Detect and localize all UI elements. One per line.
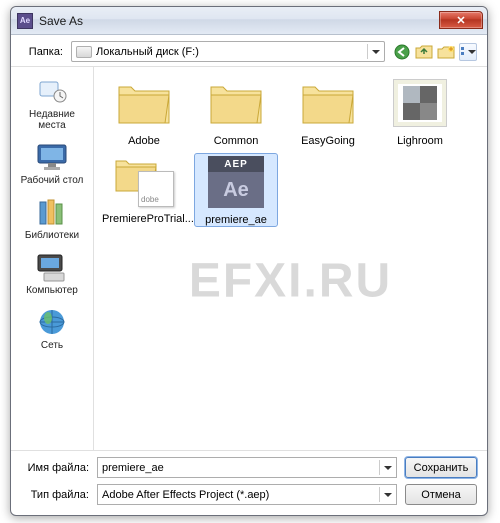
- app-icon: Ae: [17, 13, 33, 29]
- dialog-body: Недавние места Рабочий стол Библиотеки К…: [11, 66, 487, 450]
- file-list-area[interactable]: Adobe Common EasyGoing Lighroom: [93, 67, 487, 450]
- file-item-selected[interactable]: AEP Ae premiere_ae: [194, 153, 278, 227]
- sidebar-item-label: Библиотеки: [25, 230, 79, 241]
- folder-label: Папка:: [21, 46, 63, 58]
- lightroom-thumbnail-icon: [393, 79, 447, 127]
- close-button[interactable]: ✕: [439, 11, 483, 29]
- sidebar-item-label: Компьютер: [26, 285, 78, 296]
- sidebar-item-recent[interactable]: Недавние места: [14, 73, 90, 137]
- network-icon: [34, 308, 70, 338]
- computer-icon: [34, 253, 70, 283]
- aep-file-icon: AEP Ae: [208, 156, 264, 208]
- chevron-down-icon: [379, 487, 394, 502]
- sidebar-item-computer[interactable]: Компьютер: [14, 249, 90, 302]
- folder-item[interactable]: Adobe: [102, 75, 186, 147]
- views-button[interactable]: [459, 43, 477, 61]
- recent-places-icon: [34, 77, 70, 107]
- views-icon: [460, 46, 466, 58]
- item-label: Adobe: [128, 135, 160, 147]
- file-item[interactable]: PremiereProTrial...: [102, 153, 186, 227]
- filename-input[interactable]: premiere_ae: [97, 457, 397, 478]
- back-button[interactable]: [393, 43, 411, 61]
- dialog-footer: Имя файла: premiere_ae Сохранить Тип фай…: [11, 450, 487, 515]
- back-icon: [394, 44, 410, 60]
- folder-icon: [115, 79, 173, 127]
- sidebar-item-network[interactable]: Сеть: [14, 304, 90, 357]
- desktop-icon: [34, 143, 70, 173]
- filename-value: premiere_ae: [102, 462, 164, 474]
- save-button[interactable]: Сохранить: [405, 457, 477, 478]
- folder-item[interactable]: Common: [194, 75, 278, 147]
- libraries-icon: [34, 198, 70, 228]
- chevron-down-icon: [379, 460, 394, 475]
- new-folder-icon: [437, 44, 455, 60]
- filetype-label: Тип файла:: [21, 489, 89, 501]
- archive-thumbnail-icon: [114, 155, 174, 207]
- sidebar-item-label: Недавние места: [29, 109, 75, 131]
- item-label: Lighroom: [397, 135, 443, 147]
- item-label: PremiereProTrial...: [102, 213, 194, 225]
- sidebar-item-label: Рабочий стол: [21, 175, 84, 186]
- filetype-value: Adobe After Effects Project (*.aep): [102, 489, 269, 501]
- up-one-level-button[interactable]: [415, 43, 433, 61]
- folder-up-icon: [415, 44, 433, 60]
- titlebar[interactable]: Ae Save As ✕: [11, 7, 487, 35]
- filename-label: Имя файла:: [21, 462, 89, 474]
- close-icon: ✕: [456, 14, 465, 27]
- drive-icon: [76, 46, 92, 58]
- chevron-down-icon: [468, 50, 476, 54]
- new-folder-button[interactable]: [437, 43, 455, 61]
- cancel-button[interactable]: Отмена: [405, 484, 477, 505]
- places-sidebar: Недавние места Рабочий стол Библиотеки К…: [11, 67, 93, 450]
- sidebar-item-label: Сеть: [41, 340, 63, 351]
- save-as-dialog: Ae Save As ✕ Папка: Локальный диск (F:): [10, 6, 488, 516]
- folder-icon: [207, 79, 265, 127]
- chevron-down-icon: [367, 44, 382, 59]
- watermark-text: EFXI.RU: [189, 254, 392, 309]
- nav-icons: [393, 43, 477, 61]
- file-grid: Adobe Common EasyGoing Lighroom: [102, 75, 479, 227]
- window-title: Save As: [39, 14, 83, 28]
- item-label: premiere_ae: [205, 214, 267, 226]
- folder-item[interactable]: Lighroom: [378, 75, 462, 147]
- item-label: EasyGoing: [301, 135, 355, 147]
- sidebar-item-desktop[interactable]: Рабочий стол: [14, 139, 90, 192]
- folder-value: Локальный диск (F:): [96, 46, 199, 58]
- sidebar-item-libraries[interactable]: Библиотеки: [14, 194, 90, 247]
- folder-item[interactable]: EasyGoing: [286, 75, 370, 147]
- item-label: Common: [214, 135, 259, 147]
- folder-row: Папка: Локальный диск (F:): [11, 35, 487, 66]
- folder-icon: [299, 79, 357, 127]
- filetype-dropdown[interactable]: Adobe After Effects Project (*.aep): [97, 484, 397, 505]
- folder-dropdown[interactable]: Локальный диск (F:): [71, 41, 385, 62]
